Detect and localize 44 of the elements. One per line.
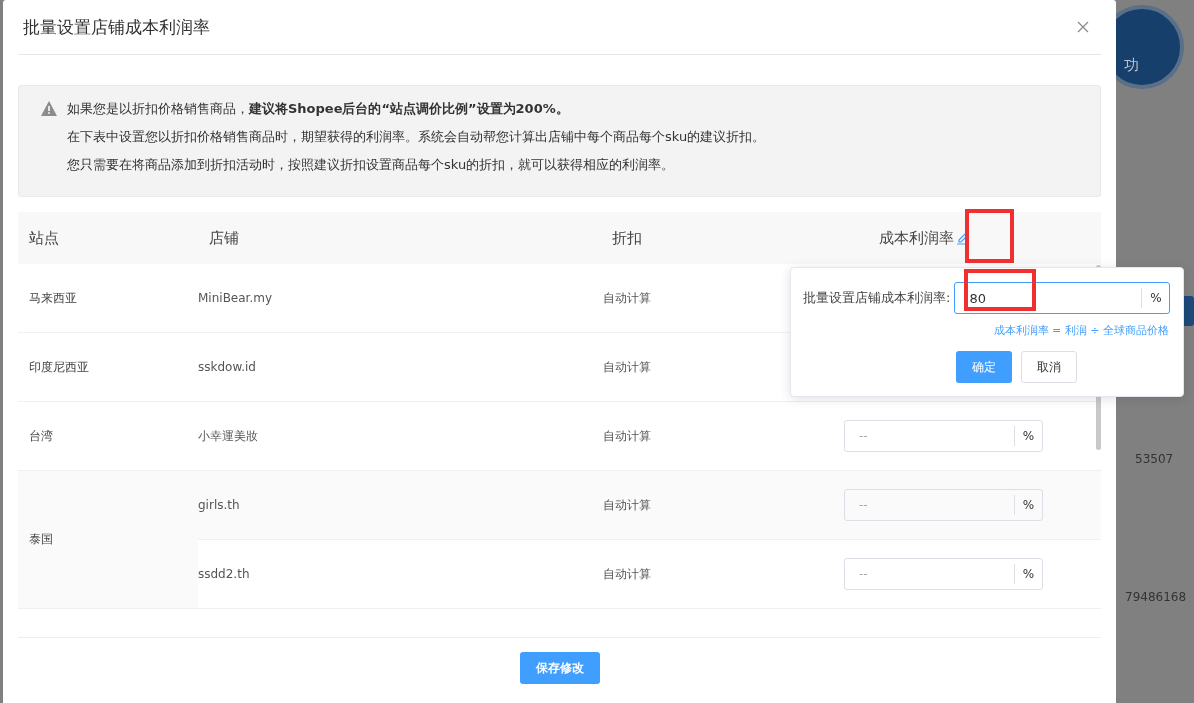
table-cell: 马来西亚: [29, 289, 77, 307]
column-header: 折扣: [611, 228, 643, 248]
table-cell: 自动计算: [603, 290, 651, 305]
table-cell-text: sskdow.id: [198, 360, 257, 374]
table-cell-text: ssdd2.th: [198, 567, 251, 581]
table-cell-text: MiniBear.my: [198, 291, 274, 305]
percent-unit: %: [1014, 426, 1042, 446]
rate-input-field[interactable]: --: [845, 566, 1014, 582]
notice-text: 如果您是以折扣价格销售商品，建议将Shopee后台的“站点调价比例”设置为200%。: [67, 100, 570, 118]
close-icon[interactable]: [1077, 21, 1089, 33]
percent-unit: %: [1014, 495, 1042, 515]
warning-icon: [41, 101, 57, 116]
rate-input-field[interactable]: --: [845, 428, 1014, 444]
table-cell: 自动计算: [603, 359, 651, 374]
column-header: 店铺: [208, 228, 240, 248]
notice-text: 在下表中设置您以折扣价格销售商品时，期望获得的利润率。系统会自动帮您计算出店铺中每个商品每个sku的建议折扣。: [67, 128, 766, 146]
table-cell: 自动计算: [603, 497, 651, 512]
table-cell: 53507: [1135, 452, 1174, 466]
badge-text: 功: [1124, 56, 1139, 75]
table-cell: 泰国: [29, 531, 53, 548]
table-cell: 自动计算: [603, 428, 651, 443]
table-cell: 台湾: [29, 427, 53, 445]
column-header: 站点: [28, 228, 60, 248]
rate-field[interactable]: -- %: [844, 558, 1043, 590]
notice-text: 您只需要在将商品添加到折扣活动时，按照建议折扣设置商品每个sku的折扣，就可以获得相应的利润率。: [67, 156, 676, 174]
column-header: 成本利润率: [879, 228, 954, 248]
rate-input-field[interactable]: --: [845, 497, 1014, 513]
rate-field[interactable]: -- %: [844, 420, 1043, 452]
table-cell: 印度尼西亚: [29, 358, 89, 376]
rate-field[interactable]: 80 %: [954, 282, 1171, 314]
dialog-title: 批量设置店铺成本利润率: [23, 15, 210, 39]
table-cell-text: 小幸運美妝: [198, 427, 259, 445]
formula-hint: 成本利润率 = 利润 ÷ 全球商品价格: [993, 323, 1169, 338]
highlight-frame: [965, 209, 1014, 263]
table-cell: 79486168: [1125, 590, 1187, 604]
table-cell-text: girls.th: [198, 498, 241, 512]
cancel-button[interactable]: 取消: [1020, 351, 1077, 383]
highlight-frame: [964, 269, 1036, 311]
rate-field[interactable]: -- %: [844, 489, 1043, 521]
percent-unit: %: [1014, 564, 1042, 584]
rate-input-field[interactable]: 80: [955, 289, 1142, 307]
table-cell: 自动计算: [603, 566, 651, 581]
field-label: 批量设置店铺成本利润率:: [803, 289, 951, 307]
percent-unit: %: [1141, 288, 1170, 308]
